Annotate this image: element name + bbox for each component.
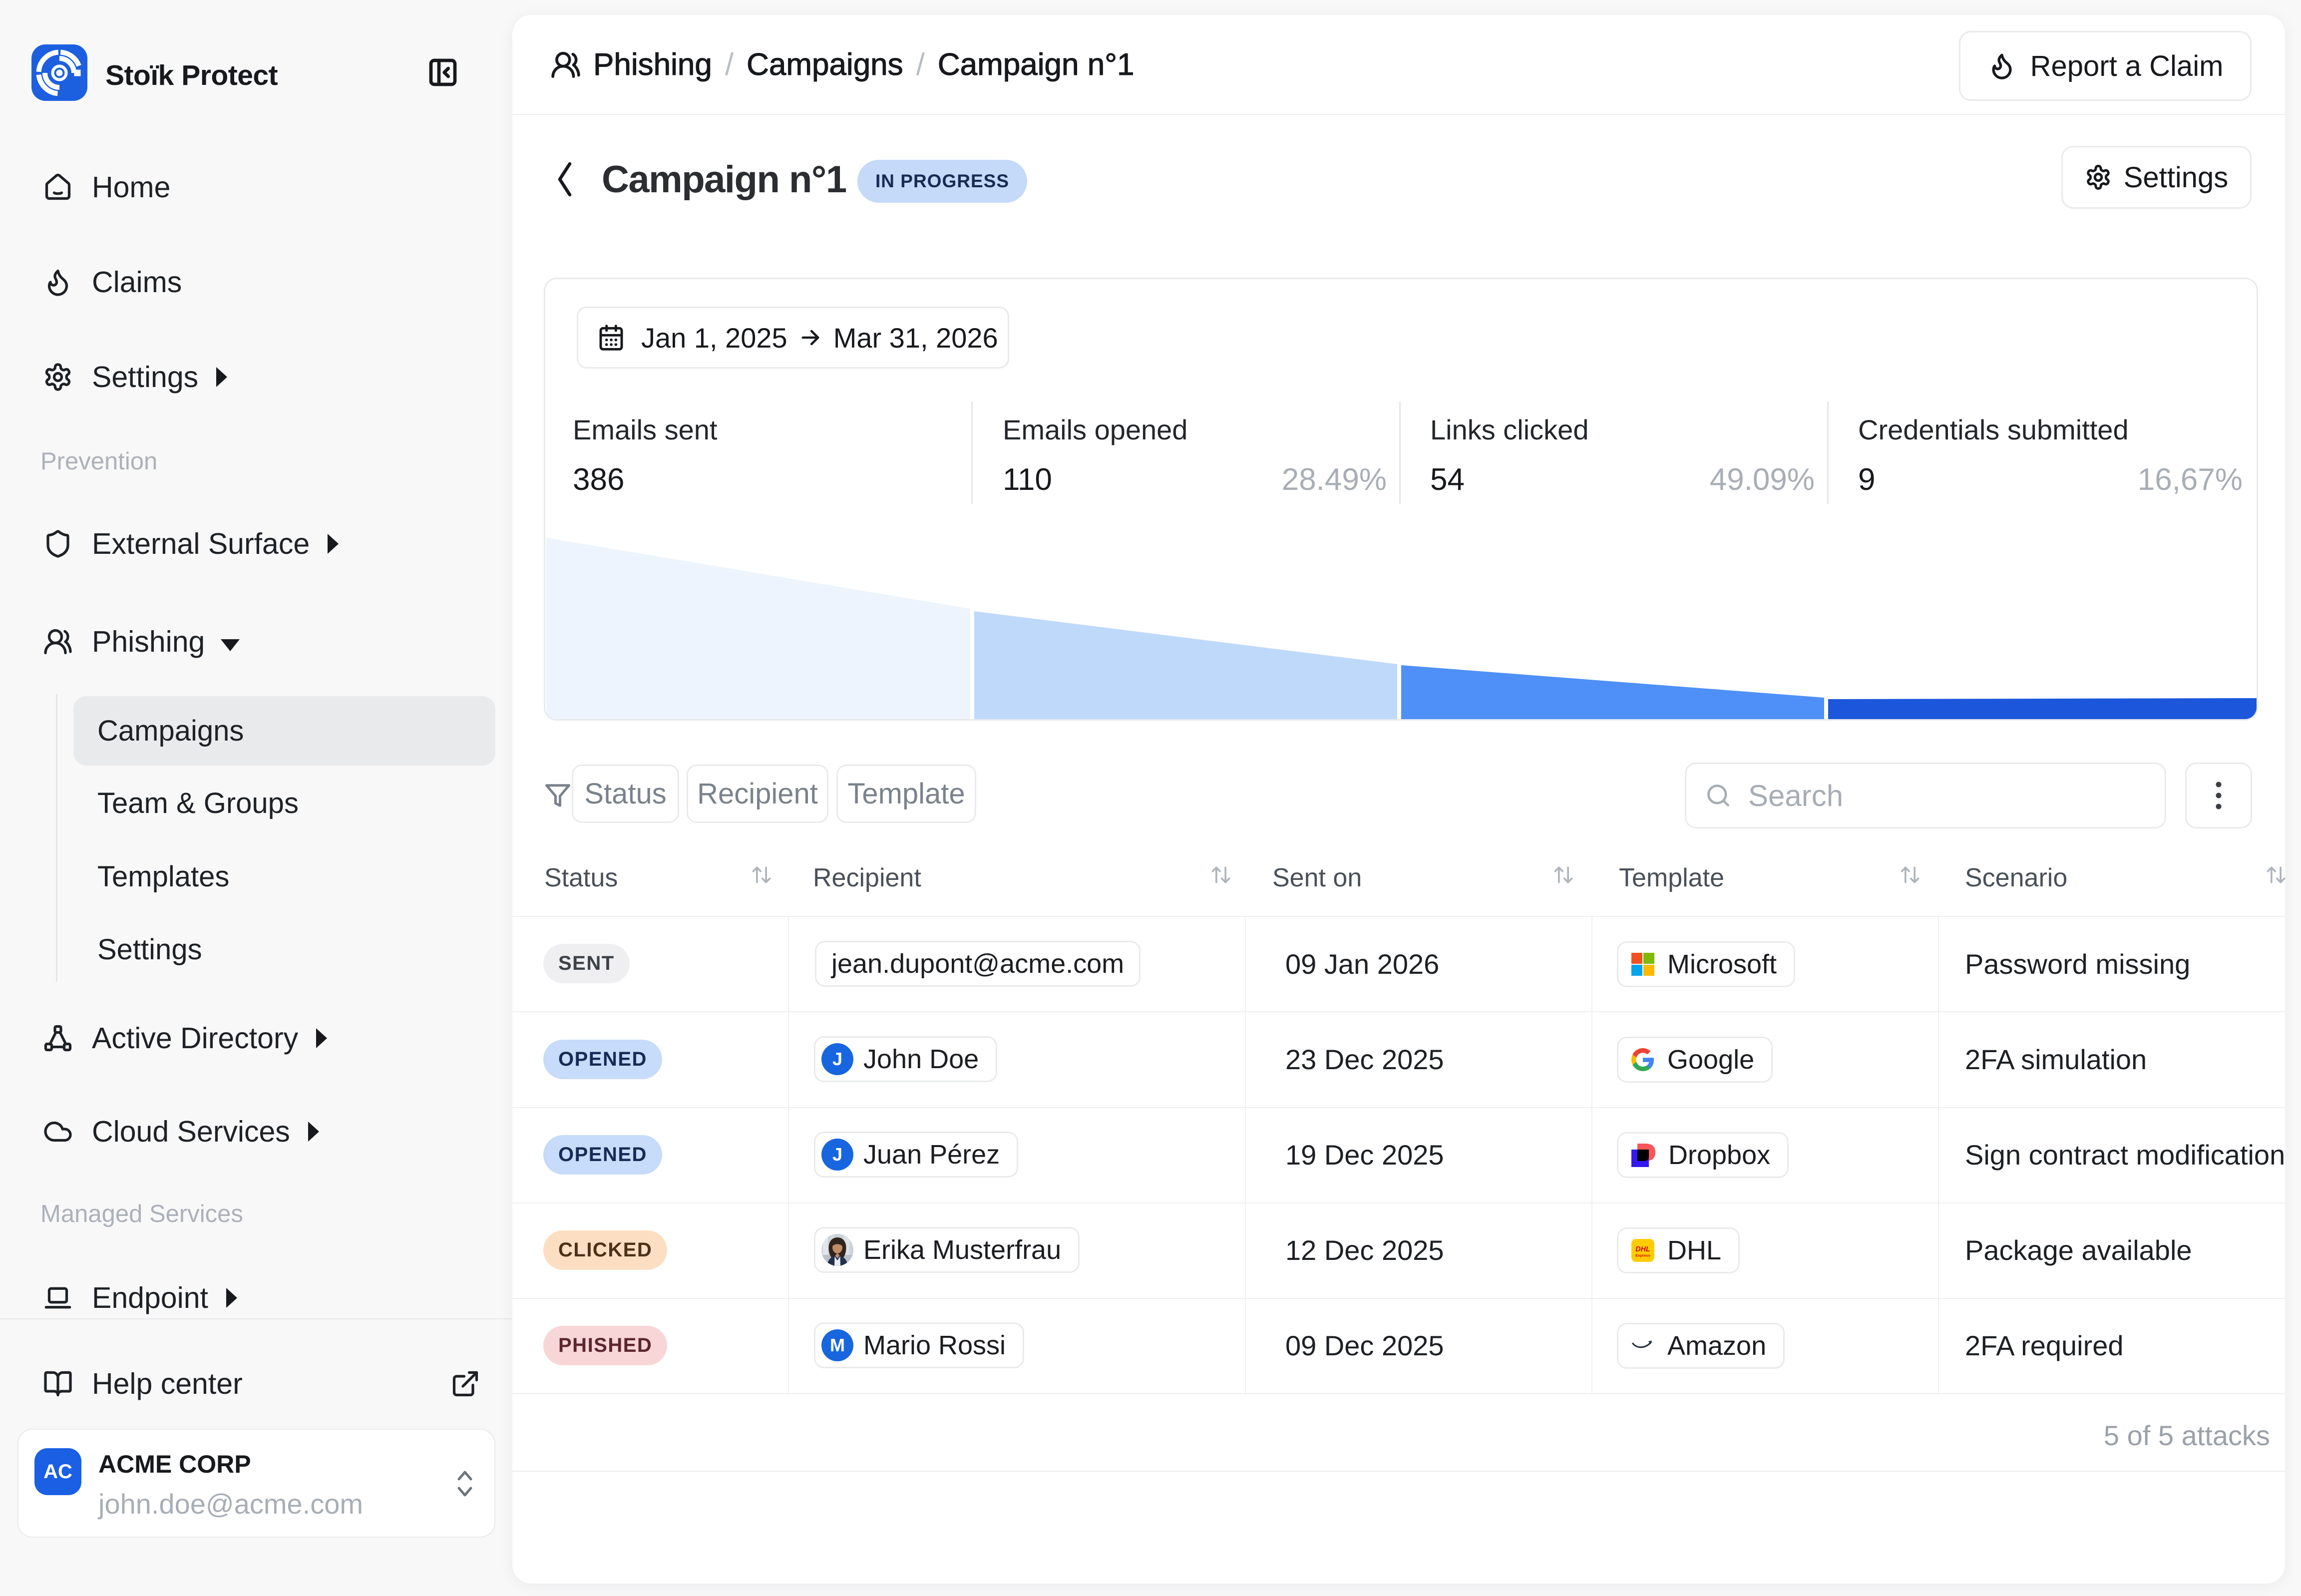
svg-text:DHL: DHL xyxy=(1635,1245,1650,1253)
svg-text:Express: Express xyxy=(1635,1253,1650,1257)
